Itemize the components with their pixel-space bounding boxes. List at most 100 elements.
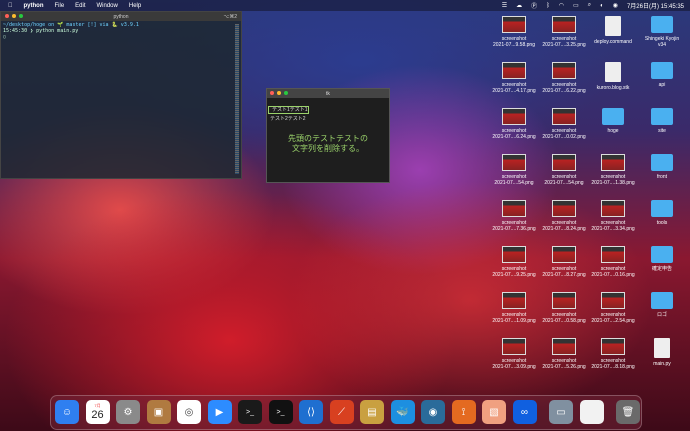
search-icon[interactable]: ⌕ <box>588 2 591 9</box>
app-menu-python[interactable]: python <box>24 3 44 9</box>
preview-icon[interactable]: ▧ <box>482 400 506 424</box>
siri-icon[interactable]: ◉ <box>613 2 618 9</box>
desktop-item-sublabel: 2021-07....8.18.png <box>591 364 635 370</box>
menu-help[interactable]: Help <box>129 3 141 9</box>
terminal-title-bar[interactable]: python ⌥⌘2 <box>1 12 241 21</box>
iterm-icon-glyph: >_ <box>246 408 254 416</box>
zoom-button[interactable] <box>19 14 23 18</box>
desktop-item-sublabel: 2021-07....3.25.png <box>542 42 586 48</box>
control-center-icon[interactable]: ◐ <box>600 3 604 9</box>
close-button[interactable] <box>270 91 274 95</box>
apple-icon[interactable]:  <box>8 3 13 9</box>
desktop-item[interactable]: screenshot 2021-07....8.27.png <box>541 246 587 278</box>
infinity-icon[interactable]: ∞ <box>512 400 537 424</box>
close-button[interactable] <box>5 14 9 18</box>
desktop-item[interactable]: site <box>639 108 685 134</box>
iterm-icon[interactable]: >_ <box>238 400 262 424</box>
terminal-cursor: ▯ <box>3 34 7 40</box>
tk-title-bar[interactable]: tk <box>267 89 389 98</box>
desktop-item[interactable]: screenshot 2021-07....4.17.png <box>491 62 537 94</box>
zoom-icon[interactable]: ▶ <box>207 400 232 424</box>
desktop-item[interactable]: screenshot 2021-07....9.25.png <box>491 246 537 278</box>
terminal-window[interactable]: python ⌥⌘2 ~/desktop/hoge on 🌱 master [!… <box>0 11 242 179</box>
terminal-title: python <box>113 13 129 20</box>
image-file-icon <box>552 200 576 217</box>
desktop-item[interactable]: screenshot 2021-07...9.58.png <box>491 16 537 48</box>
desktop-item[interactable]: screenshot 2021-07....3.25.png <box>541 16 587 48</box>
zoom-icon-glyph: ▶ <box>215 406 224 418</box>
zoom-button[interactable] <box>284 91 288 95</box>
desktop-item[interactable]: screenshot 2021-07....0.16.png <box>590 246 636 278</box>
desktop-item[interactable]: screenshot 2021-07....2.54.png <box>590 292 636 324</box>
terminal-scrollbar[interactable] <box>235 24 239 174</box>
minimize-button[interactable] <box>12 14 16 18</box>
image-file-icon <box>502 62 526 79</box>
desktop-item[interactable]: 確定申告 <box>639 246 685 272</box>
vscode-icon[interactable]: ⟨⟩ <box>299 400 323 424</box>
menu-window[interactable]: Window <box>97 3 118 9</box>
desktop-item[interactable]: ロゴ <box>639 292 685 318</box>
desktop-item[interactable]: screenshot 2021-07....6.22.png <box>541 62 587 94</box>
desktop-item[interactable]: screenshot 2021-07....54.png <box>541 154 587 186</box>
desktop-item[interactable]: screenshot 2021-07....54.png <box>491 154 537 186</box>
contacts-icon[interactable]: ▣ <box>146 400 171 424</box>
reminder-icon[interactable]: ☰ <box>502 2 507 9</box>
document-icon <box>654 338 670 358</box>
image-file-icon <box>601 292 625 309</box>
desktop-item[interactable]: api <box>639 62 685 88</box>
desktop-item[interactable]: screenshot 2021-07....7.36.png <box>491 200 537 232</box>
proxyman-icon[interactable]: ◉ <box>421 400 445 424</box>
desktop-item-sublabel: 2021-07....3.09.png <box>492 364 536 370</box>
desktop-item[interactable]: deploy.command <box>590 16 636 45</box>
screenshot-icon[interactable]: ▭ <box>549 400 573 424</box>
lineup-icon[interactable]: ▤ <box>360 400 384 424</box>
desktop-item[interactable]: screenshot 2021-07....8.24.png <box>541 200 587 232</box>
bluetooth-icon[interactable]: ᛒ <box>546 3 550 9</box>
desktop-item-sublabel: 2021-07....9.25.png <box>492 272 536 278</box>
vscode-icon-glyph: ⟨⟩ <box>307 406 315 418</box>
sourcetree-icon[interactable]: ⟟ <box>451 400 476 424</box>
chrome-icon[interactable]: ◎ <box>177 400 201 424</box>
trash-icon[interactable]: 🗑 <box>616 400 640 424</box>
desktop-item[interactable]: screenshot 2021-07....3.09.png <box>491 338 537 370</box>
menubar-clock[interactable]: 7月26日(月) 15:45:35 <box>627 1 684 10</box>
minimize-button[interactable] <box>277 91 281 95</box>
menu-edit[interactable]: Edit <box>75 3 85 9</box>
system-preferences-icon[interactable]: ⚙ <box>116 400 140 424</box>
folder-icon <box>651 246 673 263</box>
desktop-item-label: deploy.command <box>594 39 632 45</box>
desktop-item[interactable]: screenshot 2021-07....8.18.png <box>590 338 636 370</box>
terminal-content[interactable]: ~/desktop/hoge on 🌱 master [!] via 🐍 v3.… <box>1 21 241 41</box>
desktop-item[interactable]: screenshot 2021-07....5.26.png <box>541 338 587 370</box>
menu-file[interactable]: File <box>55 3 65 9</box>
desktop-item[interactable]: kuroro.blog.stk <box>590 62 636 91</box>
cloud-icon[interactable]: ☁ <box>516 2 522 9</box>
terminal-icon[interactable]: >_ <box>268 400 293 424</box>
finder-icon[interactable]: ☺ <box>55 400 79 424</box>
desktop-item[interactable]: screenshot 2021-07....0.58.png <box>541 292 587 324</box>
document-icon[interactable] <box>579 400 604 424</box>
desktop-item[interactable]: screenshot 2021-07....3.34.png <box>590 200 636 232</box>
desktop-item-label: api <box>658 82 666 88</box>
battery-icon[interactable]: ▭ <box>573 2 579 9</box>
activity-icon[interactable]: ⟋ <box>329 400 354 424</box>
desktop-item[interactable]: hoge <box>590 108 636 134</box>
screenshot-icon-glyph: ▭ <box>556 406 566 418</box>
p-icon[interactable]: Ⓟ <box>531 1 537 10</box>
menu-bar:  python File Edit Window Help ☰ ☁ Ⓟ ᛒ ◠… <box>0 0 690 11</box>
tk-window[interactable]: tk テスト1テスト1 テスト2テスト2 先頭のテストテストの 文字列を削除する… <box>266 88 390 183</box>
docker-icon[interactable]: 🐳 <box>390 400 415 424</box>
desktop-item[interactable]: Shingeki Kyojin v34 <box>639 16 685 48</box>
desktop-item[interactable]: screenshot 2021-07....1.38.png <box>590 154 636 186</box>
desktop-item[interactable]: screenshot 2021-07....6.24.png <box>491 108 537 140</box>
desktop-item[interactable]: front <box>639 154 685 180</box>
desktop-item[interactable]: tools <box>639 200 685 226</box>
desktop-item[interactable]: screenshot 2021-07....1.09.png <box>491 292 537 324</box>
desktop-item-label: kuroro.blog.stk <box>596 85 630 91</box>
wifi-icon[interactable]: ◠ <box>559 2 564 9</box>
image-file-icon <box>601 338 625 355</box>
desktop-item[interactable]: main.py <box>639 338 685 367</box>
tk-message: 先頭のテストテストの 文字列を削除する。 <box>267 134 389 154</box>
desktop-item[interactable]: screenshot 2021-07....0.02.png <box>541 108 587 140</box>
calendar-icon[interactable]: 7月 26 <box>85 400 110 424</box>
